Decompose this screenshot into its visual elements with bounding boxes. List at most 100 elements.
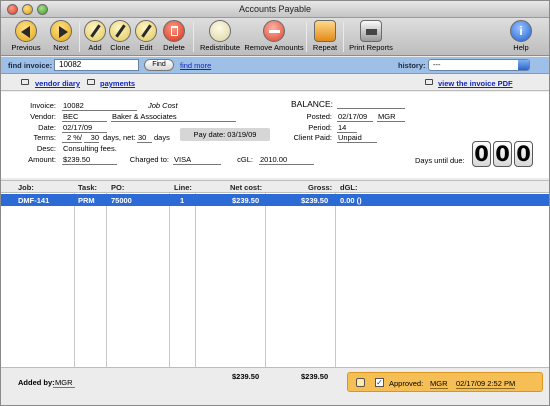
col-job[interactable]: Job: [18,183,34,192]
cell-line: 1 [180,196,185,205]
cgl-field[interactable]: 2010.00 [259,155,314,165]
posted-date-field: 02/17/09 [337,112,373,122]
col-po[interactable]: PO: [111,183,124,192]
column-divider [195,193,196,367]
terms-days-field[interactable]: 30 [84,133,99,143]
help-label: Help [513,43,529,52]
find-more-link[interactable]: find more [180,61,211,70]
vendor-code-field[interactable]: BEC [62,112,107,122]
title-bar: Accounts Payable [1,1,549,18]
arrow-left-icon [15,20,37,42]
toolbar-divider [79,22,80,52]
delete-button[interactable]: Delete [160,20,188,52]
arrow-right-icon [50,20,72,42]
terms-net-field[interactable]: 30 [137,133,152,143]
find-invoice-label: find invoice: [8,61,53,70]
edit-button[interactable]: Edit [134,20,158,52]
col-gross[interactable]: Gross: [308,183,332,192]
find-bar: find invoice: 10082 Find find more histo… [1,57,549,74]
days-due-digit: 0 [472,141,491,167]
approved-checkbox[interactable]: ✓ [375,378,384,387]
col-task[interactable]: Task: [78,183,97,192]
previous-button[interactable]: Previous [9,20,43,52]
minus-icon [263,20,285,42]
cgl-label: cGL: [237,155,253,164]
approval-stamp-icon [356,378,365,387]
add-label: Add [88,43,102,52]
approved-label: Approved: [389,379,424,388]
toolbar: Previous Next Add Clone Edit Delete Redi… [1,18,549,56]
col-net-cost[interactable]: Net cost: [230,183,262,192]
date-label: Date: [38,123,56,132]
cell-task: PRM [78,196,95,205]
vendor-diary-link[interactable]: vendor diary [35,79,80,88]
charged-to-label: Charged to: [129,155,169,164]
cell-po: 75000 [111,196,132,205]
find-invoice-input[interactable]: 10082 [54,59,139,71]
approval-panel: ✓ Approved: MGR 02/17/09 2:52 PM [347,372,543,392]
repeat-icon [314,20,336,42]
print-reports-button[interactable]: Print Reports [347,20,395,52]
repeat-button[interactable]: Repeat [311,20,339,52]
document-icon [425,79,433,85]
select-arrows-icon [518,60,529,70]
distribution-table-header: Job: Task: PO: Line: Net cost: Gross: dG… [1,180,549,193]
period-field[interactable]: 14 [337,123,357,133]
terms-percent-field[interactable]: 2 %/ [62,133,82,143]
next-button[interactable]: Next [47,20,75,52]
delete-label: Delete [163,43,185,52]
find-button[interactable]: Find [144,59,174,71]
edit-label: Edit [139,43,153,52]
repeat-label: Repeat [312,43,338,52]
print-reports-label: Print Reports [349,43,393,52]
posted-label: Posted: [306,112,332,121]
info-icon: i [510,20,532,42]
date-field[interactable]: 02/17/09 [62,123,107,133]
terms-net-label: days, net: [103,133,136,142]
pay-date-badge: Pay date: 03/19/09 [180,128,270,141]
accounts-payable-window: Accounts Payable Previous Next Add Clone… [0,0,550,406]
days-due-digit: 0 [493,141,512,167]
link-row: vendor diary payments view the invoice P… [1,75,549,91]
payments-link[interactable]: payments [100,79,135,88]
col-dgl[interactable]: dGL: [340,183,358,192]
redistribute-button[interactable]: Redistribute [197,20,243,52]
col-line[interactable]: Line: [174,183,192,192]
column-divider [74,193,75,367]
footer-bar: Added by: MGR $239.50 $239.50 ✓ Approved… [1,367,549,405]
printer-icon [360,20,382,42]
redistribute-icon [209,20,231,42]
column-divider [169,193,170,367]
table-row[interactable]: DMF-141 PRM 75000 1 $239.50 $239.50 0.00… [1,194,549,206]
vendor-label: Vendor: [30,112,56,121]
days-until-due-label: Days until due: [415,156,465,165]
description-field[interactable]: Consulting fees. [62,144,240,154]
toolbar-divider [343,22,344,52]
gross-total: $239.50 [301,372,329,381]
client-paid-label: Client Paid: [293,133,332,142]
column-divider [335,193,336,367]
remove-amounts-button[interactable]: Remove Amounts [244,20,304,52]
help-button[interactable]: i Help [509,20,533,52]
desc-label: Desc: [36,144,56,153]
cell-net-cost: $239.50 [232,196,260,205]
view-invoice-pdf-link[interactable]: view the invoice PDF [438,79,513,88]
terms-label: Terms: [33,133,57,142]
pencil-clone-icon [109,20,131,42]
pencil-add-icon [84,20,106,42]
charged-to-field[interactable]: VISA [173,155,221,165]
history-select[interactable]: --- [428,59,530,71]
window-title: Accounts Payable [238,4,312,14]
days-due-digit: 0 [514,141,533,167]
column-divider [265,193,266,367]
added-by-label: Added by: [18,378,55,387]
clone-button[interactable]: Clone [107,20,133,52]
add-button[interactable]: Add [83,20,107,52]
invoice-field[interactable]: 10082 [62,101,137,111]
amount-field[interactable]: $239.50 [62,155,117,165]
trash-icon [163,20,185,42]
approved-timestamp: 02/17/09 2:52 PM [456,379,516,389]
toolbar-divider [193,22,194,52]
next-label: Next [53,43,69,52]
amount-label: Amount: [28,155,56,164]
